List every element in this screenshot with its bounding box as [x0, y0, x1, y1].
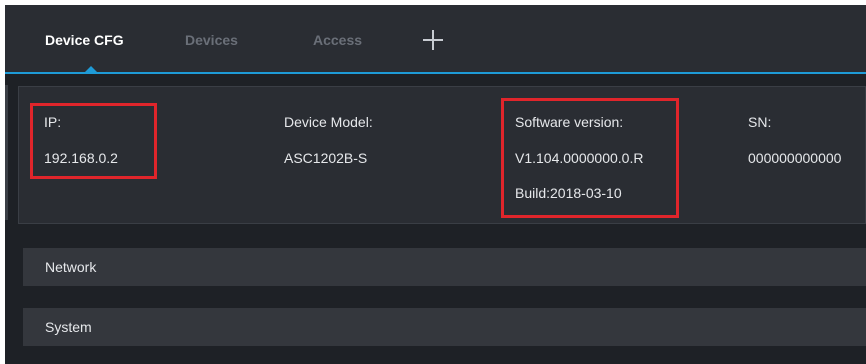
ip-highlight-box: [30, 103, 157, 179]
tab-bar: Device CFG Devices Access: [5, 5, 866, 73]
section-network[interactable]: Network: [23, 248, 866, 286]
section-system-label: System: [45, 319, 92, 335]
app-window: Device CFG Devices Access IP: 192.168.0.…: [5, 5, 866, 364]
section-network-label: Network: [45, 259, 97, 275]
plus-icon[interactable]: [420, 27, 446, 53]
sn-label: SN:: [748, 114, 772, 130]
device-info-panel: IP: 192.168.0.2 Device Model: ASC1202B-S…: [18, 86, 866, 224]
tab-devices[interactable]: Devices: [185, 32, 238, 48]
software-highlight-box: [501, 98, 679, 218]
tab-device-cfg[interactable]: Device CFG: [45, 32, 124, 48]
tab-access[interactable]: Access: [313, 32, 362, 48]
scroll-edge: [5, 85, 8, 220]
sn-value: 000000000000: [748, 150, 842, 166]
tab-underline: [5, 72, 866, 74]
device-model-value: ASC1202B-S: [284, 150, 368, 166]
section-system[interactable]: System: [23, 308, 866, 346]
device-model-label: Device Model:: [284, 114, 373, 130]
